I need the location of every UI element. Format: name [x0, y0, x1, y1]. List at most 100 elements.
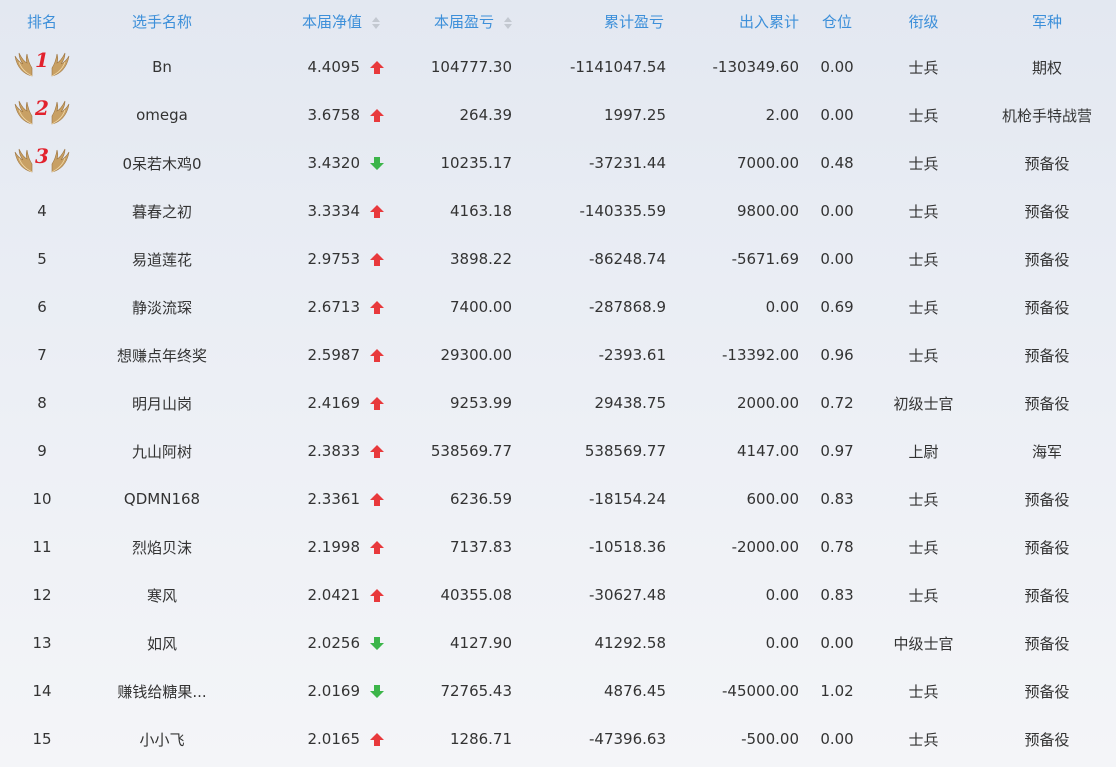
table-row[interactable]: 8 明月山岗 2.4169 9253.99 29438.75 2000.00 0… — [0, 379, 1116, 427]
net-value: 2.0165 — [307, 730, 361, 748]
medal-icon: 1 — [14, 48, 70, 78]
service-branch: 海军 — [1032, 442, 1063, 461]
table-row[interactable]: 10 QDMN168 2.3361 6236.59 -18154.24 600.… — [0, 475, 1116, 523]
up-arrow-icon — [370, 444, 386, 459]
player-name[interactable]: 小小飞 — [84, 715, 240, 763]
session-pnl: 3898.22 — [449, 250, 513, 268]
position-ratio: 0.00 — [820, 250, 854, 268]
in-out-total: 4147.00 — [736, 442, 800, 460]
player-name[interactable]: 明月山岗 — [84, 379, 240, 427]
table-row[interactable]: 5 易道莲花 2.9753 3898.22 -86248.74 -5671.69… — [0, 235, 1116, 283]
in-out-total: 9800.00 — [736, 202, 800, 220]
player-name[interactable]: Bn — [84, 43, 240, 91]
cumulative-pnl: 41292.58 — [594, 634, 667, 652]
up-arrow-icon — [370, 60, 386, 75]
down-arrow-icon — [370, 684, 386, 699]
position-ratio: 0.00 — [820, 730, 854, 748]
header-title[interactable]: 衔级 — [869, 0, 978, 43]
rank-cell: 5 — [37, 250, 47, 268]
rank-title: 士兵 — [908, 202, 939, 221]
header-position[interactable]: 仓位 — [805, 0, 869, 43]
rank-number: 2 — [35, 96, 49, 120]
session-pnl: 104777.30 — [430, 58, 513, 76]
service-branch: 预备役 — [1024, 586, 1070, 605]
service-branch: 机枪手特战营 — [1002, 106, 1093, 125]
player-name[interactable]: 静淡流琛 — [84, 283, 240, 331]
cumulative-pnl: -47396.63 — [589, 730, 667, 748]
player-name[interactable]: 0呆若木鸡0 — [84, 139, 240, 187]
position-ratio: 0.00 — [820, 106, 854, 124]
table-row[interactable]: 2 omega 3.6758 264.39 1997.25 2.00 0.00 … — [0, 91, 1116, 139]
rank-cell: 4 — [37, 202, 47, 220]
header-pnl-label: 本届盈亏 — [434, 13, 495, 31]
player-name[interactable]: 九山阿树 — [84, 427, 240, 475]
player-name[interactable]: 寒风 — [84, 571, 240, 619]
position-ratio: 0.97 — [820, 442, 854, 460]
service-branch: 预备役 — [1024, 394, 1070, 413]
net-value: 2.3361 — [307, 490, 361, 508]
medal-icon: 2 — [14, 96, 70, 126]
player-name[interactable]: 想赚点年终奖 — [84, 331, 240, 379]
table-row[interactable]: 9 九山阿树 2.3833 538569.77 538569.77 4147.0… — [0, 427, 1116, 475]
up-arrow-icon — [370, 300, 386, 315]
trend-cell — [360, 43, 400, 91]
player-name[interactable]: 赚钱给糖果... — [84, 667, 240, 715]
table-row[interactable]: 14 赚钱给糖果... 2.0169 72765.43 4876.45 -450… — [0, 667, 1116, 715]
table-row[interactable]: 15 小小飞 2.0165 1286.71 -47396.63 -500.00 … — [0, 715, 1116, 763]
trend-cell — [360, 379, 400, 427]
header-flow[interactable]: 出入累计 — [670, 0, 805, 43]
rank-title: 士兵 — [908, 250, 939, 269]
header-nav[interactable]: 本届净值 — [240, 0, 400, 43]
position-ratio: 0.48 — [820, 154, 854, 172]
in-out-total: 600.00 — [746, 490, 800, 508]
table-row[interactable]: 7 想赚点年终奖 2.5987 29300.00 -2393.61 -13392… — [0, 331, 1116, 379]
table-row[interactable]: 1 Bn 4.4095 104777.30 -1141047.54 -13034… — [0, 43, 1116, 91]
player-name[interactable]: 烈焰贝沫 — [84, 523, 240, 571]
rank-cell: 15 — [32, 730, 52, 748]
header-cum-pnl[interactable]: 累计盈亏 — [520, 0, 670, 43]
player-name[interactable]: omega — [84, 91, 240, 139]
trend-cell — [360, 475, 400, 523]
net-value: 2.0256 — [307, 634, 361, 652]
session-pnl: 72765.43 — [440, 682, 513, 700]
up-arrow-icon — [370, 492, 386, 507]
in-out-total: 2000.00 — [736, 394, 800, 412]
session-pnl: 6236.59 — [449, 490, 513, 508]
in-out-total: -5671.69 — [731, 250, 800, 268]
cumulative-pnl: -10518.36 — [589, 538, 667, 556]
table-row[interactable]: 12 寒风 2.0421 40355.08 -30627.48 0.00 0.8… — [0, 571, 1116, 619]
table-row[interactable]: 4 暮春之初 3.3334 4163.18 -140335.59 9800.00… — [0, 187, 1116, 235]
in-out-total: 2.00 — [765, 106, 800, 124]
sort-icon[interactable] — [504, 16, 513, 30]
header-pnl[interactable]: 本届盈亏 — [400, 0, 520, 43]
table-row[interactable]: 3 0呆若木鸡0 3.4320 10235.17 -37231.44 7000.… — [0, 139, 1116, 187]
player-name[interactable]: QDMN168 — [84, 475, 240, 523]
cumulative-pnl: -1141047.54 — [569, 58, 667, 76]
player-name[interactable]: 易道莲花 — [84, 235, 240, 283]
trend-cell — [360, 715, 400, 763]
sort-icon[interactable] — [372, 16, 381, 30]
player-name[interactable]: 暮春之初 — [84, 187, 240, 235]
position-ratio: 0.96 — [820, 346, 854, 364]
table-row[interactable]: 13 如风 2.0256 4127.90 41292.58 0.00 0.00 … — [0, 619, 1116, 667]
header-rank[interactable]: 排名 — [0, 0, 84, 43]
rank-title: 士兵 — [908, 154, 939, 173]
rank-title: 初级士官 — [893, 394, 954, 413]
rank-title: 士兵 — [908, 682, 939, 701]
header-name[interactable]: 选手名称 — [84, 0, 240, 43]
header-nav-label: 本届净值 — [302, 13, 363, 31]
rank-cell: 9 — [37, 442, 47, 460]
header-branch[interactable]: 军种 — [978, 0, 1116, 43]
rank-cell: 13 — [32, 634, 52, 652]
cumulative-pnl: -18154.24 — [589, 490, 667, 508]
table-row[interactable]: 11 烈焰贝沫 2.1998 7137.83 -10518.36 -2000.0… — [0, 523, 1116, 571]
player-name[interactable]: 如风 — [84, 619, 240, 667]
down-arrow-icon — [370, 636, 386, 651]
in-out-total: 7000.00 — [736, 154, 800, 172]
rank-cell: 7 — [37, 346, 47, 364]
up-arrow-icon — [370, 588, 386, 603]
net-value: 2.3833 — [307, 442, 361, 460]
rank-cell: 10 — [32, 490, 52, 508]
table-row[interactable]: 6 静淡流琛 2.6713 7400.00 -287868.9 0.00 0.6… — [0, 283, 1116, 331]
rank-cell: 1 — [0, 43, 84, 91]
